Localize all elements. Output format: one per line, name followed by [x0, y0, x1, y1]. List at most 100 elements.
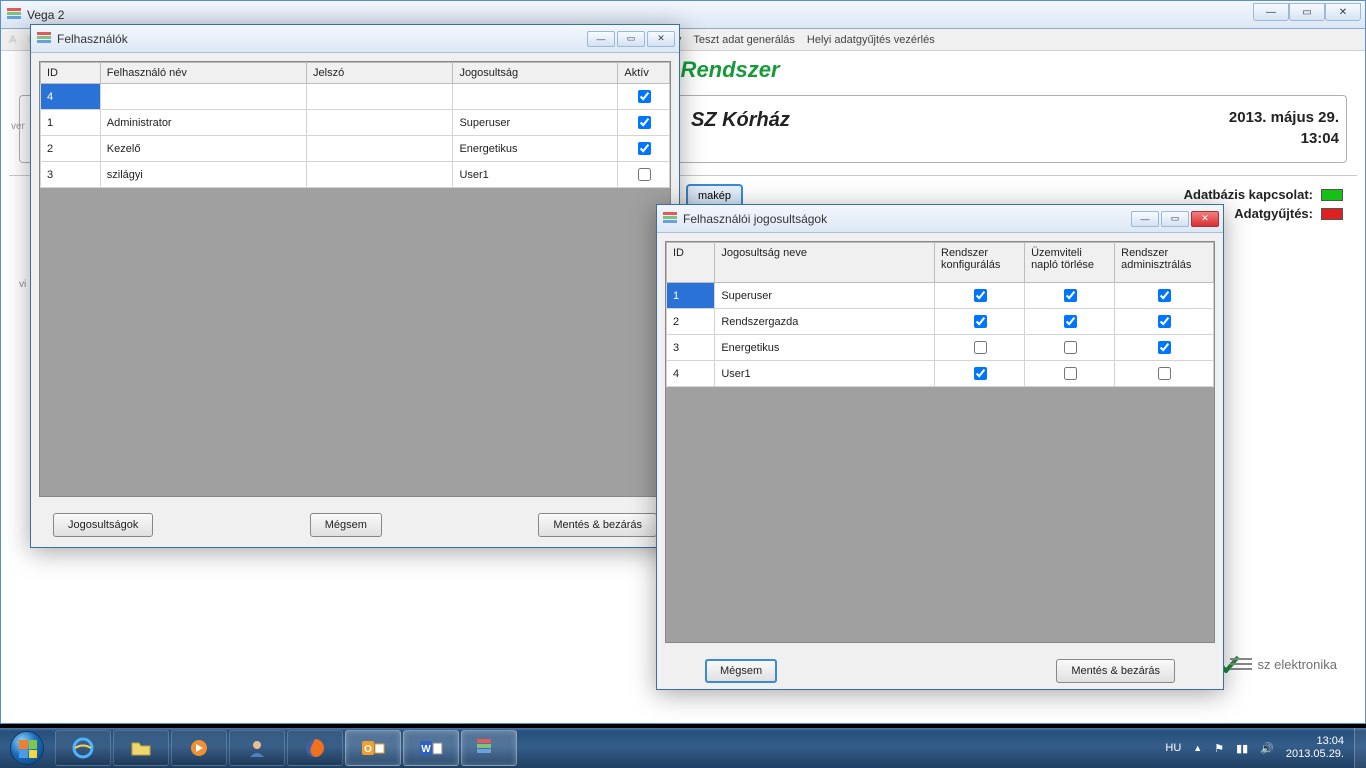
cell-role[interactable]: Superuser — [453, 110, 618, 136]
cell-id[interactable]: 1 — [667, 283, 715, 309]
taskbar-firefox[interactable] — [287, 730, 343, 766]
roles-grid[interactable]: ID Jogosultság neve Rendszer konfigurálá… — [666, 242, 1214, 387]
language-indicator[interactable]: HU — [1165, 742, 1181, 754]
col-id[interactable]: ID — [667, 243, 715, 283]
minimize-button[interactable]: — — [1131, 211, 1159, 227]
cell-active[interactable] — [618, 162, 670, 188]
col-pw[interactable]: Jelszó — [307, 63, 453, 84]
tray-clock[interactable]: 13:04 2013.05.29. — [1286, 735, 1344, 761]
cell-role[interactable]: Energetikus — [453, 136, 618, 162]
col-role[interactable]: Jogosultság — [453, 63, 618, 84]
menu-item-helyi[interactable]: Helyi adatgyűjtés vezérlés — [807, 34, 935, 46]
taskbar-explorer[interactable] — [113, 730, 169, 766]
active-checkbox[interactable] — [638, 168, 651, 181]
cell-name[interactable]: Superuser — [715, 283, 935, 309]
taskbar-word[interactable]: W — [403, 730, 459, 766]
cell-pw[interactable] — [307, 136, 453, 162]
tray-network-icon[interactable]: ▮▮ — [1236, 742, 1248, 755]
cell-pw[interactable] — [307, 110, 453, 136]
cell-c3[interactable] — [1115, 309, 1214, 335]
cell-id[interactable]: 4 — [41, 84, 101, 110]
perm-checkbox[interactable] — [974, 315, 987, 328]
cell-c3[interactable] — [1115, 361, 1214, 387]
cell-id[interactable]: 3 — [667, 335, 715, 361]
perm-checkbox[interactable] — [974, 289, 987, 302]
cell-name[interactable]: Energetikus — [715, 335, 935, 361]
cell-c1[interactable] — [935, 309, 1025, 335]
perm-checkbox[interactable] — [1064, 315, 1077, 328]
roles-button[interactable]: Jogosultságok — [53, 513, 153, 537]
cell-id[interactable]: 2 — [667, 309, 715, 335]
table-row[interactable]: 2Rendszergazda — [667, 309, 1214, 335]
perm-checkbox[interactable] — [1064, 367, 1077, 380]
cell-id[interactable]: 3 — [41, 162, 101, 188]
cell-id[interactable]: 4 — [667, 361, 715, 387]
perm-checkbox[interactable] — [974, 367, 987, 380]
cell-id[interactable]: 1 — [41, 110, 101, 136]
taskbar-ie[interactable] — [55, 730, 111, 766]
taskbar-app1[interactable] — [229, 730, 285, 766]
cell-c2[interactable] — [1025, 361, 1115, 387]
users-grid[interactable]: ID Felhasználó név Jelszó Jogosultság Ak… — [40, 62, 670, 188]
cell-name[interactable]: User1 — [715, 361, 935, 387]
save-close-button[interactable]: Mentés & bezárás — [538, 513, 657, 537]
maximize-button[interactable]: ▭ — [1289, 3, 1325, 21]
table-row[interactable]: 2Kezelő Energetikus — [41, 136, 670, 162]
perm-checkbox[interactable] — [1158, 315, 1171, 328]
cancel-button[interactable]: Mégsem — [310, 513, 382, 537]
tray-chevron-icon[interactable]: ▲ — [1193, 743, 1202, 753]
tray-action-center-icon[interactable]: ⚑ — [1214, 742, 1224, 755]
cell-c3[interactable] — [1115, 335, 1214, 361]
taskbar-mediaplayer[interactable] — [171, 730, 227, 766]
cell-name[interactable]: szilágyi — [100, 162, 306, 188]
perm-checkbox[interactable] — [974, 341, 987, 354]
cell-name[interactable]: Rendszergazda — [715, 309, 935, 335]
cell-c3[interactable] — [1115, 283, 1214, 309]
col-logdelete[interactable]: Üzemviteli napló törlése — [1025, 243, 1115, 283]
close-button[interactable]: ✕ — [647, 31, 675, 47]
start-button[interactable] — [0, 728, 54, 768]
active-checkbox[interactable] — [638, 90, 651, 103]
col-sysadmin[interactable]: Rendszer adminisztrálás — [1115, 243, 1214, 283]
cell-active[interactable] — [618, 136, 670, 162]
maximize-button[interactable]: ▭ — [617, 31, 645, 47]
menu-item-tesztadat[interactable]: Teszt adat generálás — [693, 34, 795, 46]
cell-c1[interactable] — [935, 335, 1025, 361]
table-row[interactable]: 1Superuser — [667, 283, 1214, 309]
perm-checkbox[interactable] — [1064, 289, 1077, 302]
col-active[interactable]: Aktív — [618, 63, 670, 84]
show-desktop-button[interactable] — [1354, 728, 1366, 768]
cell-c2[interactable] — [1025, 283, 1115, 309]
cell-c1[interactable] — [935, 283, 1025, 309]
cell-c2[interactable] — [1025, 335, 1115, 361]
col-name[interactable]: Felhasználó név — [100, 63, 306, 84]
close-button[interactable]: ✕ — [1325, 3, 1361, 21]
perm-checkbox[interactable] — [1158, 367, 1171, 380]
minimize-button[interactable]: — — [587, 31, 615, 47]
cell-name[interactable]: Administrator — [100, 110, 306, 136]
col-id[interactable]: ID — [41, 63, 101, 84]
maximize-button[interactable]: ▭ — [1161, 211, 1189, 227]
cell-active[interactable] — [618, 110, 670, 136]
table-row[interactable]: 3Energetikus — [667, 335, 1214, 361]
cell-id[interactable]: 2 — [41, 136, 101, 162]
cell-c2[interactable] — [1025, 309, 1115, 335]
minimize-button[interactable]: — — [1253, 3, 1289, 21]
cell-name[interactable] — [100, 84, 306, 110]
taskbar-vega[interactable] — [461, 730, 517, 766]
save-close-button[interactable]: Mentés & bezárás — [1056, 659, 1175, 683]
cell-pw[interactable] — [307, 162, 453, 188]
perm-checkbox[interactable] — [1064, 341, 1077, 354]
perm-checkbox[interactable] — [1158, 289, 1171, 302]
close-button[interactable]: ✕ — [1191, 211, 1219, 227]
table-row[interactable]: 4 — [41, 84, 670, 110]
roles-titlebar[interactable]: Felhasználói jogosultságok — ▭ ✕ — [657, 205, 1223, 233]
menu-item[interactable]: A — [9, 34, 16, 46]
taskbar-outlook[interactable]: O — [345, 730, 401, 766]
table-row[interactable]: 1Administrator Superuser — [41, 110, 670, 136]
active-checkbox[interactable] — [638, 116, 651, 129]
table-row[interactable]: 4User1 — [667, 361, 1214, 387]
tray-volume-icon[interactable]: 🔊 — [1260, 742, 1274, 755]
cell-active[interactable] — [618, 84, 670, 110]
cell-name[interactable]: Kezelő — [100, 136, 306, 162]
